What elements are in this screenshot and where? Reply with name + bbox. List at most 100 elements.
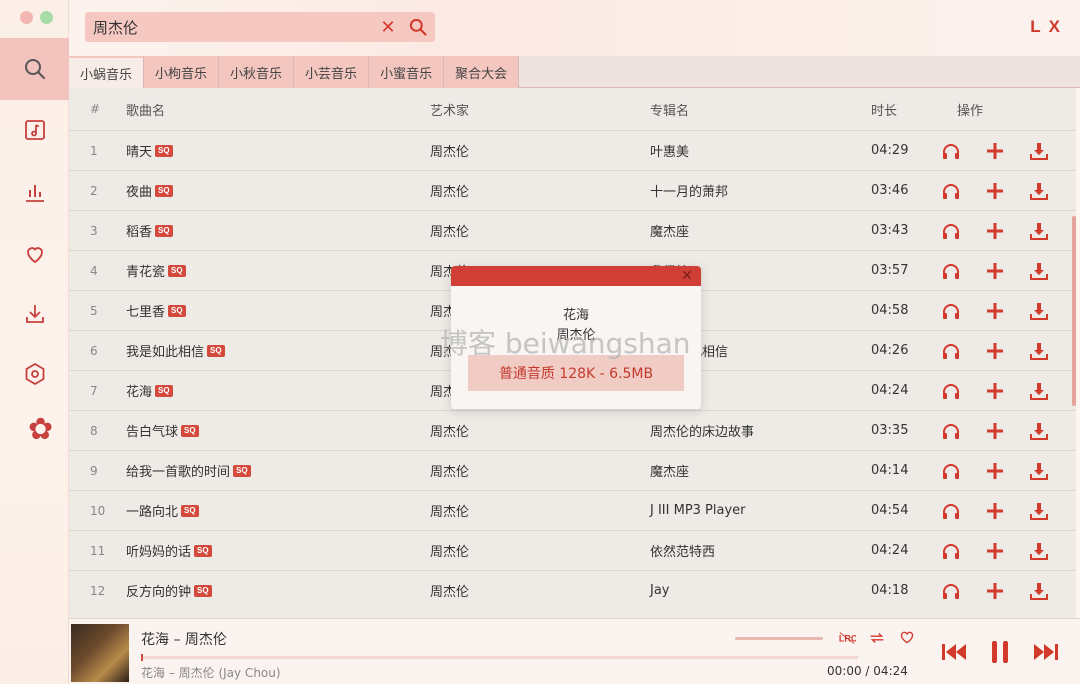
play-headphones-icon[interactable] [939, 379, 963, 403]
previous-button[interactable] [939, 637, 969, 667]
add-to-list-icon[interactable] [983, 219, 1007, 243]
row-artist[interactable]: 周杰伦 [430, 541, 469, 560]
dialog-close-icon[interactable]: ✕ [679, 268, 695, 284]
add-to-list-icon[interactable] [983, 539, 1007, 563]
scrollbar[interactable] [1072, 216, 1076, 406]
total-time: 04:24 [873, 664, 908, 678]
tab-xiaogou[interactable]: 小枸音乐 [144, 56, 220, 88]
play-headphones-icon[interactable] [939, 579, 963, 603]
sidebar-item-downloads[interactable] [0, 292, 69, 336]
quality-option-button[interactable]: 普通音质 128K - 6.5MB [468, 355, 684, 391]
search-input[interactable]: 周杰伦 [93, 17, 377, 38]
now-playing-subtitle: 花海 – 周杰伦 (Jay Chou) [141, 666, 281, 680]
row-album[interactable]: Jay [650, 583, 670, 598]
comment-button[interactable] [897, 629, 917, 647]
play-headphones-icon[interactable] [939, 299, 963, 323]
sidebar-item-search[interactable] [0, 38, 69, 100]
play-headphones-icon[interactable] [939, 179, 963, 203]
play-headphones-icon[interactable] [939, 419, 963, 443]
download-icon[interactable] [1027, 539, 1051, 563]
row-artist[interactable]: 周杰伦 [430, 501, 469, 520]
row-song-name: 夜曲 SQ [126, 181, 173, 200]
sidebar-item-favorites[interactable] [0, 232, 69, 276]
row-artist[interactable]: 周杰伦 [430, 581, 469, 600]
table-row[interactable]: 1 晴天 SQ 周杰伦 叶惠美 04:29 [69, 130, 1076, 170]
table-row[interactable]: 10 一路向北 SQ 周杰伦 J III MP3 Player 04:54 [69, 490, 1076, 530]
table-row[interactable]: 11 听妈妈的话 SQ 周杰伦 依然范特西 04:24 [69, 530, 1076, 570]
next-button[interactable] [1031, 637, 1061, 667]
download-icon[interactable] [1027, 379, 1051, 403]
sidebar-item-songlist[interactable] [0, 108, 69, 152]
row-artist[interactable]: 周杰伦 [430, 141, 469, 160]
play-headphones-icon[interactable] [939, 219, 963, 243]
add-to-list-icon[interactable] [983, 459, 1007, 483]
table-row[interactable]: 9 给我一首歌的时间 SQ 周杰伦 魔杰座 04:14 [69, 450, 1076, 490]
tab-xiaoqiu[interactable]: 小秋音乐 [219, 56, 295, 88]
tab-xiaomi[interactable]: 小蜜音乐 [369, 56, 445, 88]
song-title: 我是如此相信 [126, 345, 205, 360]
download-icon[interactable] [1027, 499, 1051, 523]
sidebar-item-charts[interactable] [0, 170, 69, 214]
window-close-dot[interactable] [20, 11, 33, 24]
play-headphones-icon[interactable] [939, 259, 963, 283]
add-to-list-icon[interactable] [983, 339, 1007, 363]
row-album[interactable]: 魔杰座 [650, 461, 689, 480]
download-icon[interactable] [1027, 219, 1051, 243]
progress-knob[interactable] [141, 654, 143, 661]
row-artist[interactable]: 周杰伦 [430, 181, 469, 200]
play-headphones-icon[interactable] [939, 499, 963, 523]
minimize-button[interactable]: L [1030, 17, 1040, 37]
progress-bar[interactable] [141, 654, 858, 661]
add-to-list-icon[interactable] [983, 179, 1007, 203]
add-to-list-icon[interactable] [983, 379, 1007, 403]
row-album[interactable]: 周杰伦的床边故事 [650, 421, 754, 440]
play-headphones-icon[interactable] [939, 139, 963, 163]
add-to-list-icon[interactable] [983, 299, 1007, 323]
pause-button[interactable] [985, 637, 1015, 667]
add-to-list-icon[interactable] [983, 419, 1007, 443]
row-album[interactable]: J III MP3 Player [650, 503, 746, 518]
add-to-list-icon[interactable] [983, 139, 1007, 163]
row-artist[interactable]: 周杰伦 [430, 461, 469, 480]
table-row[interactable]: 8 告白气球 SQ 周杰伦 周杰伦的床边故事 03:35 [69, 410, 1076, 450]
sidebar-item-settings[interactable] [0, 352, 69, 396]
play-headphones-icon[interactable] [939, 459, 963, 483]
tab-xiaowo[interactable]: 小蜗音乐 [69, 56, 145, 88]
close-button[interactable]: X [1049, 17, 1060, 37]
row-album[interactable]: 叶惠美 [650, 141, 689, 160]
search-button[interactable] [405, 14, 431, 40]
table-row[interactable]: 3 稻香 SQ 周杰伦 魔杰座 03:43 [69, 210, 1076, 250]
table-row[interactable]: 2 夜曲 SQ 周杰伦 十一月的萧邦 03:46 [69, 170, 1076, 210]
lyrics-toggle[interactable]: LRC [837, 629, 857, 647]
download-icon[interactable] [1027, 299, 1051, 323]
clear-search-icon[interactable]: ✕ [377, 16, 399, 38]
current-time: 00:00 [827, 664, 862, 678]
search-box: 周杰伦 ✕ [85, 12, 435, 42]
row-album[interactable]: 依然范特西 [650, 541, 715, 560]
add-to-list-icon[interactable] [983, 499, 1007, 523]
download-icon[interactable] [1027, 419, 1051, 443]
download-icon[interactable] [1027, 579, 1051, 603]
row-album[interactable]: 十一月的萧邦 [650, 181, 728, 200]
tab-xiaoyun[interactable]: 小芸音乐 [294, 56, 370, 88]
row-artist[interactable]: 周杰伦 [430, 221, 469, 240]
album-cover[interactable] [71, 624, 129, 682]
table-row[interactable]: 12 反方向的钟 SQ 周杰伦 Jay 04:18 [69, 570, 1076, 610]
download-icon[interactable] [1027, 139, 1051, 163]
row-album[interactable]: 魔杰座 [650, 221, 689, 240]
row-artist[interactable]: 周杰伦 [430, 421, 469, 440]
play-headphones-icon[interactable] [939, 339, 963, 363]
download-icon[interactable] [1027, 339, 1051, 363]
add-to-list-icon[interactable] [983, 259, 1007, 283]
tab-aggregate[interactable]: 聚合大会 [444, 56, 520, 88]
play-headphones-icon[interactable] [939, 539, 963, 563]
row-num: 7 [90, 383, 98, 398]
add-to-list-icon[interactable] [983, 579, 1007, 603]
download-icon[interactable] [1027, 459, 1051, 483]
row-num: 3 [90, 223, 98, 238]
repeat-toggle[interactable] [867, 629, 887, 647]
window-maximize-dot[interactable] [40, 11, 53, 24]
download-icon[interactable] [1027, 179, 1051, 203]
download-icon[interactable] [1027, 259, 1051, 283]
volume-slider[interactable] [735, 637, 823, 640]
